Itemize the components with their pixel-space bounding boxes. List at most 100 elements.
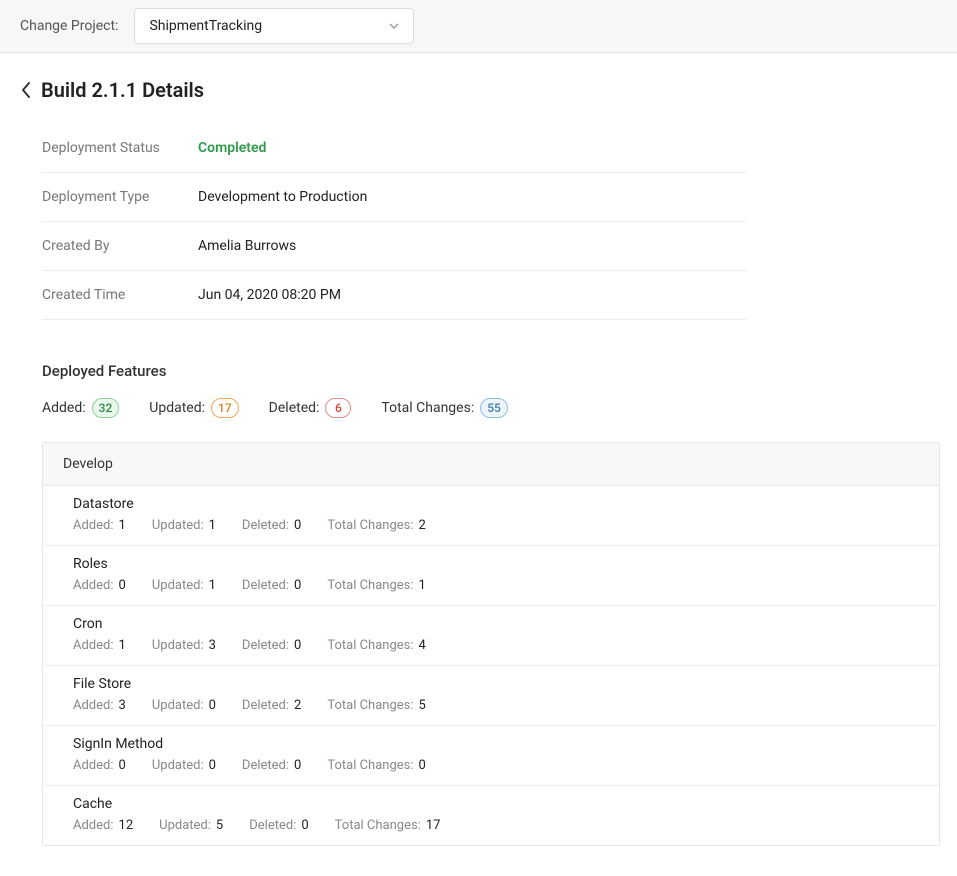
stat-value: 12	[119, 818, 134, 833]
stat-label: Deleted:	[242, 698, 289, 713]
stat-label: Total Changes:	[327, 758, 413, 773]
stat-value: 0	[119, 758, 126, 773]
feature-stats: Added: 3 Updated: 0 Deleted: 2 Total Changes:5	[73, 698, 909, 713]
stat-label: Added:	[73, 638, 114, 653]
stat-value: 0	[119, 578, 126, 593]
meta-table: Deployment StatusCompletedDeployment Typ…	[42, 140, 747, 320]
stat-label: Deleted:	[242, 638, 289, 653]
topbar: Change Project: ShipmentTracking	[0, 0, 957, 53]
meta-value: Jun 04, 2020 08:20 PM	[198, 287, 341, 303]
chevron-left-icon	[20, 81, 31, 99]
stat-label: Deleted:	[242, 758, 289, 773]
status-badge: Completed	[198, 140, 266, 156]
stat-label: Added:	[73, 818, 114, 833]
project-select[interactable]: ShipmentTracking	[134, 8, 414, 44]
feature-name: Datastore	[73, 496, 909, 512]
stat-value: 0	[419, 758, 426, 773]
stat-value: 0	[209, 758, 216, 773]
stat-value: 1	[419, 578, 426, 593]
meta-value: Amelia Burrows	[198, 238, 296, 254]
stat-label: Deleted:	[249, 818, 296, 833]
project-select-value: ShipmentTracking	[149, 18, 262, 34]
stat-label: Deleted:	[242, 578, 289, 593]
stat-updated: Updated:5	[159, 818, 223, 833]
stat-label: Updated:	[152, 698, 204, 713]
caret-down-icon	[389, 23, 399, 29]
stat-label: Deleted:	[242, 518, 289, 533]
stat-value: 1	[119, 518, 126, 533]
stat-value: 0	[294, 758, 301, 773]
stat-value: 4	[419, 638, 426, 653]
back-button[interactable]	[20, 81, 31, 99]
stat-value: 0	[294, 638, 301, 653]
stat-deleted: Deleted: 0	[242, 758, 301, 773]
panel-header: Develop	[43, 443, 939, 486]
stat-deleted: Deleted: 2	[242, 698, 301, 713]
content-area: Build 2.1.1 Details Deployment StatusCom…	[0, 53, 957, 876]
page-title: Build 2.1.1 Details	[41, 78, 204, 102]
stat-label: Updated:	[159, 818, 211, 833]
stat-label: Total Changes:	[327, 518, 413, 533]
stat-total: Total Changes:17	[335, 818, 441, 833]
stat-value: 2	[294, 698, 301, 713]
feature-stats: Added: 0 Updated:1 Deleted: 0 Total Changes:1	[73, 578, 909, 593]
stat-label: Added:	[73, 578, 114, 593]
stat-label: Added:	[73, 758, 114, 773]
meta-label: Created By	[42, 238, 198, 254]
stat-label: Added:	[73, 698, 114, 713]
feature-stats: Added: 1 Updated: 3 Deleted: 0 Total Changes:4	[73, 638, 909, 653]
stat-added: Added: 1	[73, 518, 126, 533]
meta-row: Deployment StatusCompleted	[42, 140, 747, 173]
meta-label: Created Time	[42, 287, 198, 303]
feature-row: Cache Added: 12 Updated:5 Deleted:0 Total Cha…	[43, 786, 939, 845]
feature-name: Cron	[73, 616, 909, 632]
stat-total: Total Changes:4	[327, 638, 426, 653]
summary-total-label: Total Changes:	[381, 400, 474, 416]
meta-row: Deployment TypeDevelopment to Production	[42, 173, 747, 222]
stat-value: 3	[209, 638, 216, 653]
meta-value: Development to Production	[198, 189, 367, 205]
meta-row: Created ByAmelia Burrows	[42, 222, 747, 271]
stat-value: 5	[419, 698, 426, 713]
stat-value: 0	[294, 518, 301, 533]
feature-name: Cache	[73, 796, 909, 812]
feature-name: File Store	[73, 676, 909, 692]
stat-deleted: Deleted: 0	[242, 578, 301, 593]
stat-label: Added:	[73, 518, 114, 533]
stat-updated: Updated:1	[152, 578, 216, 593]
summary-updated-value: 17	[211, 398, 239, 418]
stat-value: 1	[209, 578, 216, 593]
feature-stats: Added: 12 Updated:5 Deleted:0 Total Changes:…	[73, 818, 909, 833]
feature-row: File Store Added: 3 Updated: 0 Deleted: 2 Total…	[43, 666, 939, 726]
feature-row: Cron Added: 1 Updated: 3 Deleted: 0 Total Chang…	[43, 606, 939, 666]
stat-label: Updated:	[152, 518, 204, 533]
feature-stats: Added: 1 Updated: 1 Deleted: 0 Total Changes: 2	[73, 518, 909, 533]
stat-updated: Updated: 3	[152, 638, 216, 653]
stat-value: 0	[209, 698, 216, 713]
feature-name: SignIn Method	[73, 736, 909, 752]
summary-deleted: Deleted: 6	[269, 398, 352, 418]
stat-added: Added: 3	[73, 698, 126, 713]
stat-updated: Updated: 0	[152, 698, 216, 713]
feature-row: Roles Added: 0 Updated:1 Deleted: 0 Total Chan…	[43, 546, 939, 606]
feature-rows: DatastoreAdded:1Updated:1Deleted:0Total …	[43, 486, 939, 845]
stat-value: 2	[419, 518, 426, 533]
meta-row: Created TimeJun 04, 2020 08:20 PM	[42, 271, 747, 320]
stat-added: Added: 12	[73, 818, 133, 833]
stat-value: 1	[119, 638, 126, 653]
stat-total: Total Changes: 0	[327, 758, 426, 773]
summary-total: Total Changes: 55	[381, 398, 507, 418]
stat-deleted: Deleted:0	[249, 818, 308, 833]
feature-name: Roles	[73, 556, 909, 572]
summary-updated-label: Updated:	[149, 400, 205, 416]
summary-updated: Updated: 17	[149, 398, 238, 418]
stat-total: Total Changes:1	[327, 578, 426, 593]
stat-value: 0	[294, 578, 301, 593]
feature-stats: Added:0Updated:0Deleted:0Total Changes:0	[73, 758, 909, 773]
change-project-label: Change Project:	[20, 18, 118, 34]
stat-label: Updated:	[152, 638, 204, 653]
stat-deleted: Deleted: 0	[242, 638, 301, 653]
stat-total: Total Changes: 2	[327, 518, 426, 533]
stat-value: 3	[119, 698, 126, 713]
stat-total: Total Changes:5	[327, 698, 426, 713]
